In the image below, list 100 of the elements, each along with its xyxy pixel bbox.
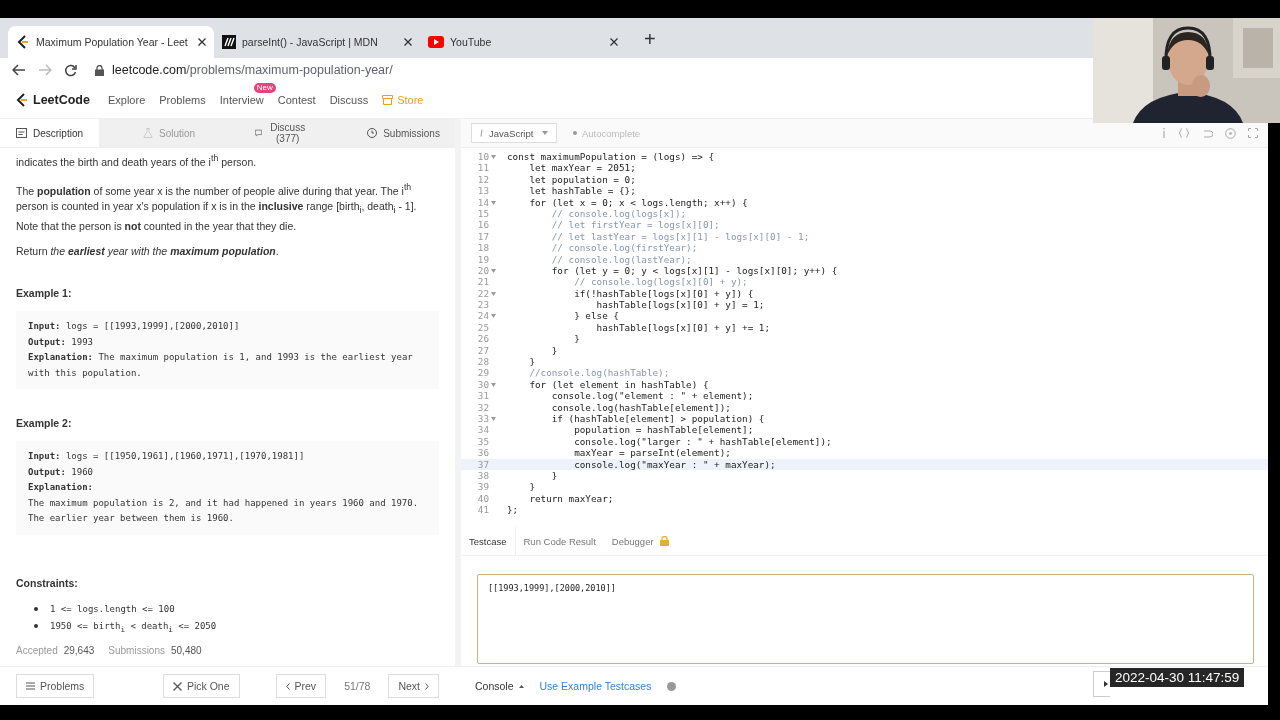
code-line: // let firstYear = logs[x][0]; [550, 219, 720, 231]
nav-link[interactable]: Problems [159, 94, 206, 106]
close-icon[interactable] [198, 38, 206, 46]
browser-tab[interactable]: parseInt() - JavaScript | MDN [214, 26, 420, 58]
constraints-heading: Constraints: [16, 575, 79, 591]
fold-arrow-icon[interactable] [491, 291, 496, 296]
line-number: 16 [476, 219, 489, 231]
reload-icon[interactable] [64, 63, 77, 77]
example-heading: Example 2: [16, 416, 73, 432]
store-icon [382, 95, 394, 105]
code-line: } [573, 333, 580, 345]
language-dropdown[interactable]: JavaScript [471, 123, 557, 143]
line-number: 19 [476, 253, 489, 265]
code-line: let population = 0; [528, 173, 636, 186]
example-heading: Example 1: [16, 286, 73, 302]
code-line: if(!hashTable[logs[x][0] + y]) { [573, 287, 754, 300]
line-number: 15 [476, 207, 489, 220]
line-number: 35 [476, 435, 489, 448]
line-number: 13 [476, 185, 489, 197]
help-icon[interactable] [667, 681, 677, 691]
prev-button[interactable]: Prev [275, 674, 327, 698]
code-line: }; [507, 504, 519, 516]
code-line: console.log("element : " + element); [550, 390, 754, 402]
code-line: } [550, 344, 558, 357]
code-line: for (let y = 0; y < logs[x][1] - logs[x][0]; y++) { [550, 264, 838, 277]
line-number: 25 [476, 321, 489, 334]
new-badge: New [253, 83, 276, 93]
line-number: 18 [476, 242, 489, 254]
back-icon[interactable] [12, 64, 26, 76]
description-paragraph: The population of some year x is the number of people alive during that year. The i$^{th}$ person is counted in year x's population if x is in the inclusive range [birth$_{i}$, death$_{i}$ - 1]. Note that the person is not counted in the year that they die. [16, 180, 418, 235]
line-number: 27 [476, 344, 489, 357]
console-toggle[interactable]: Console [475, 680, 524, 692]
stat-text: Submissions 50,480 [108, 643, 202, 658]
run-code-button[interactable] [1093, 671, 1110, 697]
bullet-icon [34, 607, 38, 612]
braces-icon[interactable] [1178, 127, 1190, 138]
fold-arrow-icon[interactable] [491, 382, 496, 387]
fold-arrow-icon[interactable] [491, 314, 496, 319]
line-number: 37 [476, 458, 489, 470]
forward-icon[interactable] [38, 64, 52, 76]
nav-link[interactable]: Explore [107, 94, 146, 106]
code-line: let maxYear = 2051; [528, 162, 636, 174]
line-number: 14 [476, 196, 489, 208]
play-icon [1104, 681, 1108, 687]
info-icon [480, 129, 483, 137]
console-tab[interactable]: Debugger [603, 527, 677, 555]
line-number: 11 [476, 162, 489, 174]
stat-text: Accepted 29,643 [16, 643, 95, 658]
pick-one-button[interactable]: Pick One [162, 674, 240, 698]
code-line: console.log("maxYear : " + maxYear); [573, 458, 776, 470]
panel-tab[interactable]: Discuss (377) [239, 119, 324, 147]
nav-link[interactable]: Discuss [329, 94, 369, 106]
code-line: // console.log(lastYear); [550, 253, 692, 265]
caret-icon [542, 131, 548, 135]
code-line: // console.log(logs[x]); [550, 207, 687, 220]
console-tab[interactable]: Run Code Result [515, 527, 604, 555]
line-number: 36 [476, 447, 489, 459]
problem-position: 51/78 [344, 680, 371, 692]
bullet-icon [34, 624, 38, 629]
line-number: 34 [476, 424, 489, 436]
panel-tab[interactable]: Description [0, 119, 100, 147]
leetcode-logo-icon[interactable] [16, 93, 28, 107]
shuffle-icon [172, 681, 182, 691]
nav-link[interactable]: Contest [277, 94, 316, 106]
line-number: 31 [476, 390, 489, 402]
lock-icon [95, 64, 104, 76]
new-tab-button[interactable]: + [638, 27, 662, 52]
use-example-link[interactable]: Use Example Testcases [539, 680, 652, 692]
code-line: if (hashTable[element] > population) { [550, 413, 765, 425]
browser-tab[interactable]: Maximum Population Year - Leet [8, 26, 214, 58]
problems-button[interactable]: Problems [16, 674, 95, 698]
fullscreen-icon[interactable] [1248, 127, 1258, 138]
code-line: return maxYear; [528, 492, 614, 505]
reset-icon[interactable] [1202, 127, 1213, 138]
description-paragraph: Return the earliest year with the maximum population. [16, 244, 280, 260]
panel-tab[interactable]: Submissions [351, 119, 456, 147]
line-number: 24 [476, 310, 489, 322]
testcase-input[interactable]: [[1993,1999],[2000,2010]] [477, 574, 1254, 664]
browser-tab[interactable]: YouTube [420, 26, 626, 58]
line-number: 41 [476, 504, 489, 516]
line-number: 39 [476, 481, 489, 493]
info-icon[interactable] [1162, 127, 1166, 138]
fold-arrow-icon[interactable] [491, 200, 496, 205]
brand-name[interactable]: LeetCode [33, 93, 90, 107]
leetcode-logo-icon [16, 35, 30, 49]
close-icon[interactable] [404, 38, 412, 46]
code-line: } [528, 356, 535, 368]
youtube-logo-icon [428, 36, 444, 48]
code-line: } else { [573, 310, 619, 322]
document-icon [16, 128, 27, 138]
fold-arrow-icon[interactable] [491, 417, 496, 421]
line-number: 10 [476, 151, 489, 163]
close-icon[interactable] [610, 38, 618, 46]
fold-arrow-icon[interactable] [491, 268, 496, 273]
nav-link[interactable]: Interview [219, 94, 264, 106]
fold-arrow-icon[interactable] [491, 155, 496, 159]
settings-icon[interactable] [1225, 127, 1236, 139]
constraint-item: 1950 <= birth$_{i}$ < death$_{i}$ <= 2050 [50, 620, 217, 634]
example-block: Input: logs = [[1993,1999],[2000,2010]] Output: 1993 Explanation: The maximum population is 1, and 1993 is the earliest year with this population. [16, 311, 439, 390]
next-button[interactable]: Next [388, 674, 439, 698]
